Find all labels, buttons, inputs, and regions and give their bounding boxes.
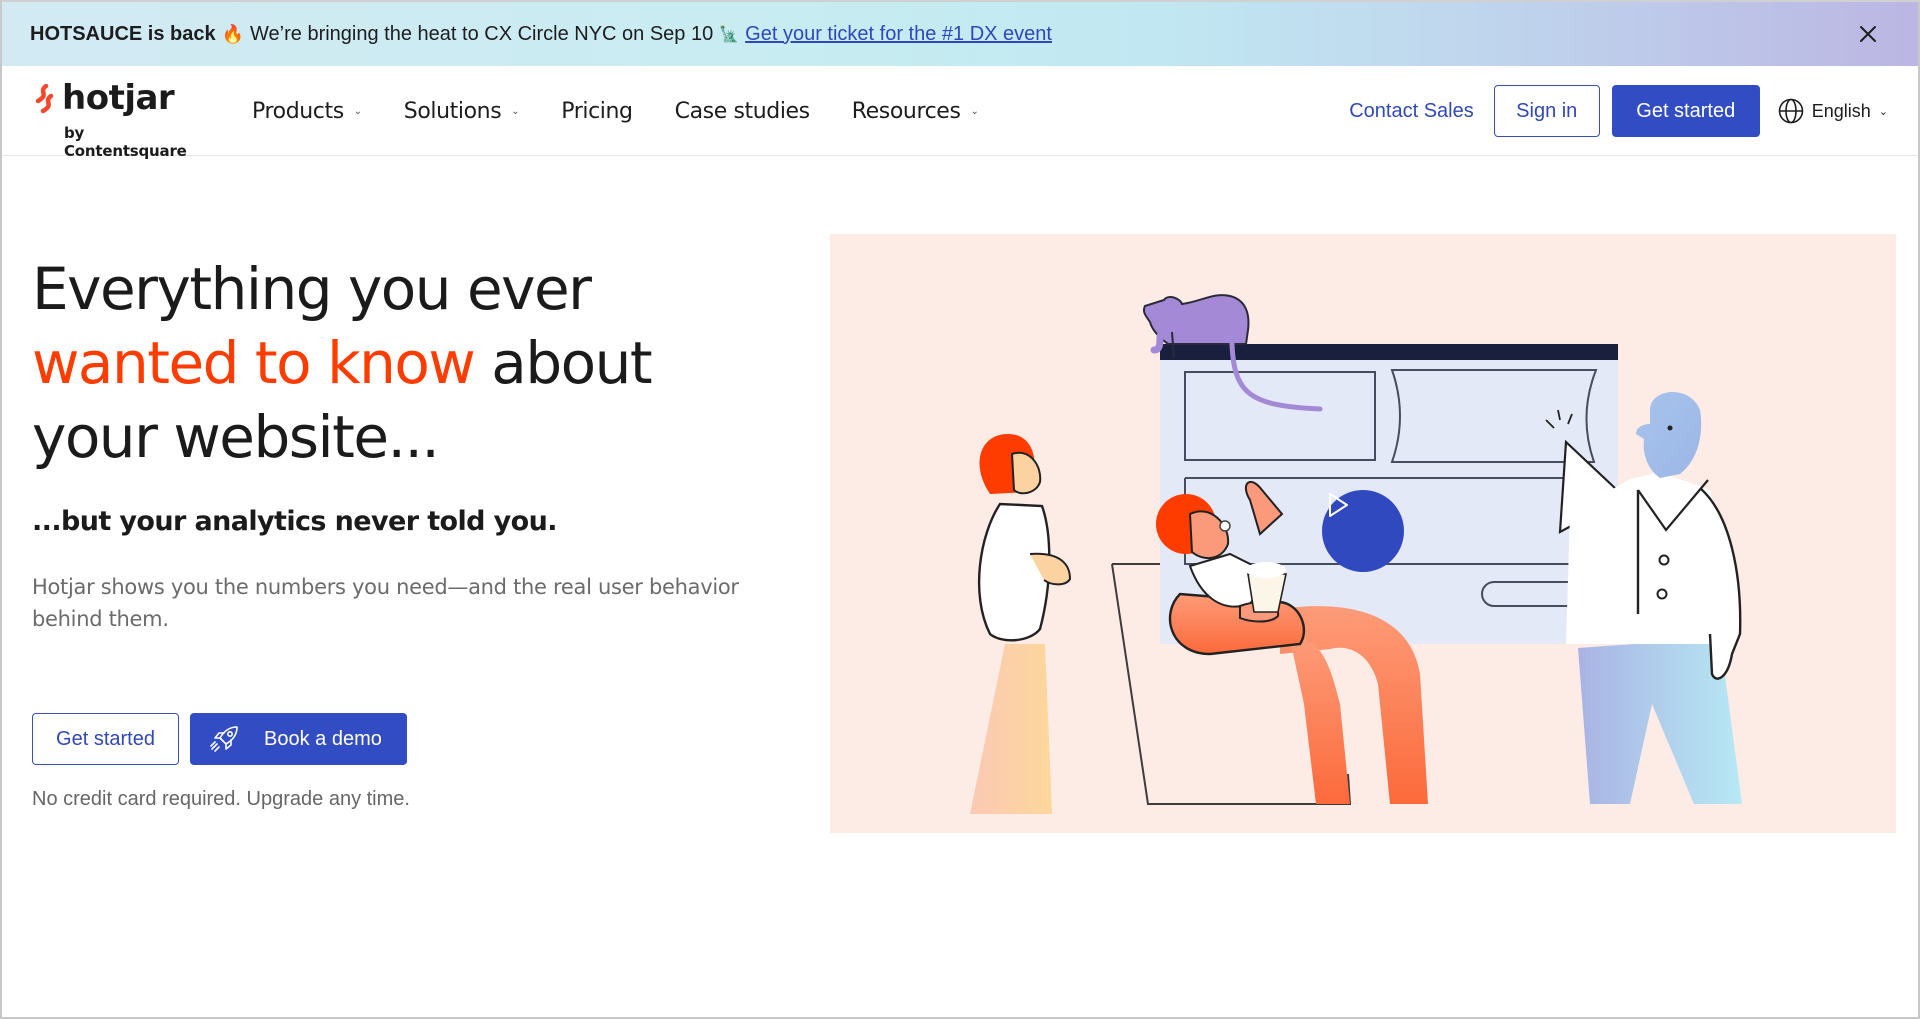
woman-figure <box>970 434 1072 814</box>
book-demo-label: Book a demo <box>264 727 382 750</box>
headline-accent: wanted to know <box>32 329 476 397</box>
hero-illustration <box>830 234 1896 833</box>
nav-item-pricing[interactable]: Pricing <box>561 98 633 124</box>
announcement-ticket-link[interactable]: Get your ticket for the #1 DX event <box>745 23 1052 46</box>
browser-window: HOTSAUCE is back 🔥 We’re bringing the he… <box>0 0 1920 1019</box>
logo-wordmark: hotjar <box>62 78 175 118</box>
announcement-bar: HOTSAUCE is back 🔥 We’re bringing the he… <box>2 2 1918 66</box>
logo-byline: by Contentsquare <box>64 124 187 160</box>
chevron-down-icon: ⌄ <box>353 105 362 117</box>
nav-item-case-studies[interactable]: Case studies <box>674 98 811 124</box>
nav-item-label: Pricing <box>561 98 633 124</box>
statue-of-liberty-icon: 🗽 <box>719 26 740 43</box>
announcement-message: We’re bringing the heat to CX Circle NYC… <box>250 22 714 45</box>
hero-description: Hotjar shows you the numbers you need—an… <box>32 575 739 631</box>
chevron-down-icon: ⌄ <box>511 105 520 117</box>
language-label: English <box>1811 100 1871 121</box>
play-icon <box>1329 493 1348 517</box>
hero-subheadline: ...but your analytics never told you. <box>32 506 558 537</box>
hotjar-logo-mark-icon <box>35 84 54 114</box>
chevron-down-icon: ⌄ <box>1878 105 1888 118</box>
nav-get-started-button[interactable]: Get started <box>1611 85 1760 137</box>
nav-item-resources[interactable]: Resources ⌄ <box>852 99 979 124</box>
headline-line-1: Everything you ever <box>32 255 592 323</box>
contact-sales-link[interactable]: Contact Sales <box>1349 100 1474 123</box>
main-navigation: hotjar by Contentsquare Products ⌄ Solut… <box>2 66 1918 160</box>
no-credit-card-note: No credit card required. Upgrade any tim… <box>32 788 410 810</box>
nav-item-label: Products <box>252 98 344 124</box>
hero-cta-row: Get started Book a demo <box>32 713 407 765</box>
headline-line-2-end: about <box>474 329 652 397</box>
hero-headline: Everything you ever wanted to know about… <box>32 252 792 474</box>
hero-content: Everything you ever wanted to know about… <box>32 252 792 635</box>
sign-in-button[interactable]: Sign in <box>1493 85 1600 137</box>
close-icon <box>1860 26 1876 42</box>
hero-get-started-button[interactable]: Get started <box>32 713 179 765</box>
nav-item-label: Resources <box>851 98 961 124</box>
rocket-icon <box>208 722 242 756</box>
nav-item-products[interactable]: Products ⌄ <box>252 99 362 124</box>
globe-icon <box>1778 98 1804 124</box>
announcement-close-button[interactable] <box>1854 20 1882 48</box>
book-demo-button[interactable]: Book a demo <box>190 713 407 765</box>
nav-menu: Products ⌄ Solutions ⌄ Pricing Case stud… <box>252 66 1021 156</box>
fire-icon: 🔥 <box>221 23 245 44</box>
play-video-button[interactable] <box>1322 490 1404 572</box>
headline-line-3: your website... <box>32 403 440 471</box>
nav-actions: Contact Sales Sign in Get started Englis… <box>1349 66 1888 156</box>
hotjar-logo[interactable]: hotjar by Contentsquare <box>30 78 210 160</box>
chevron-down-icon: ⌄ <box>970 105 979 117</box>
nav-item-label: Solutions <box>403 98 502 124</box>
language-selector[interactable]: English ⌄ <box>1778 98 1888 124</box>
nav-item-label: Case studies <box>674 98 811 124</box>
nav-item-solutions[interactable]: Solutions ⌄ <box>403 98 520 124</box>
announcement-title: HOTSAUCE is back <box>30 22 216 45</box>
